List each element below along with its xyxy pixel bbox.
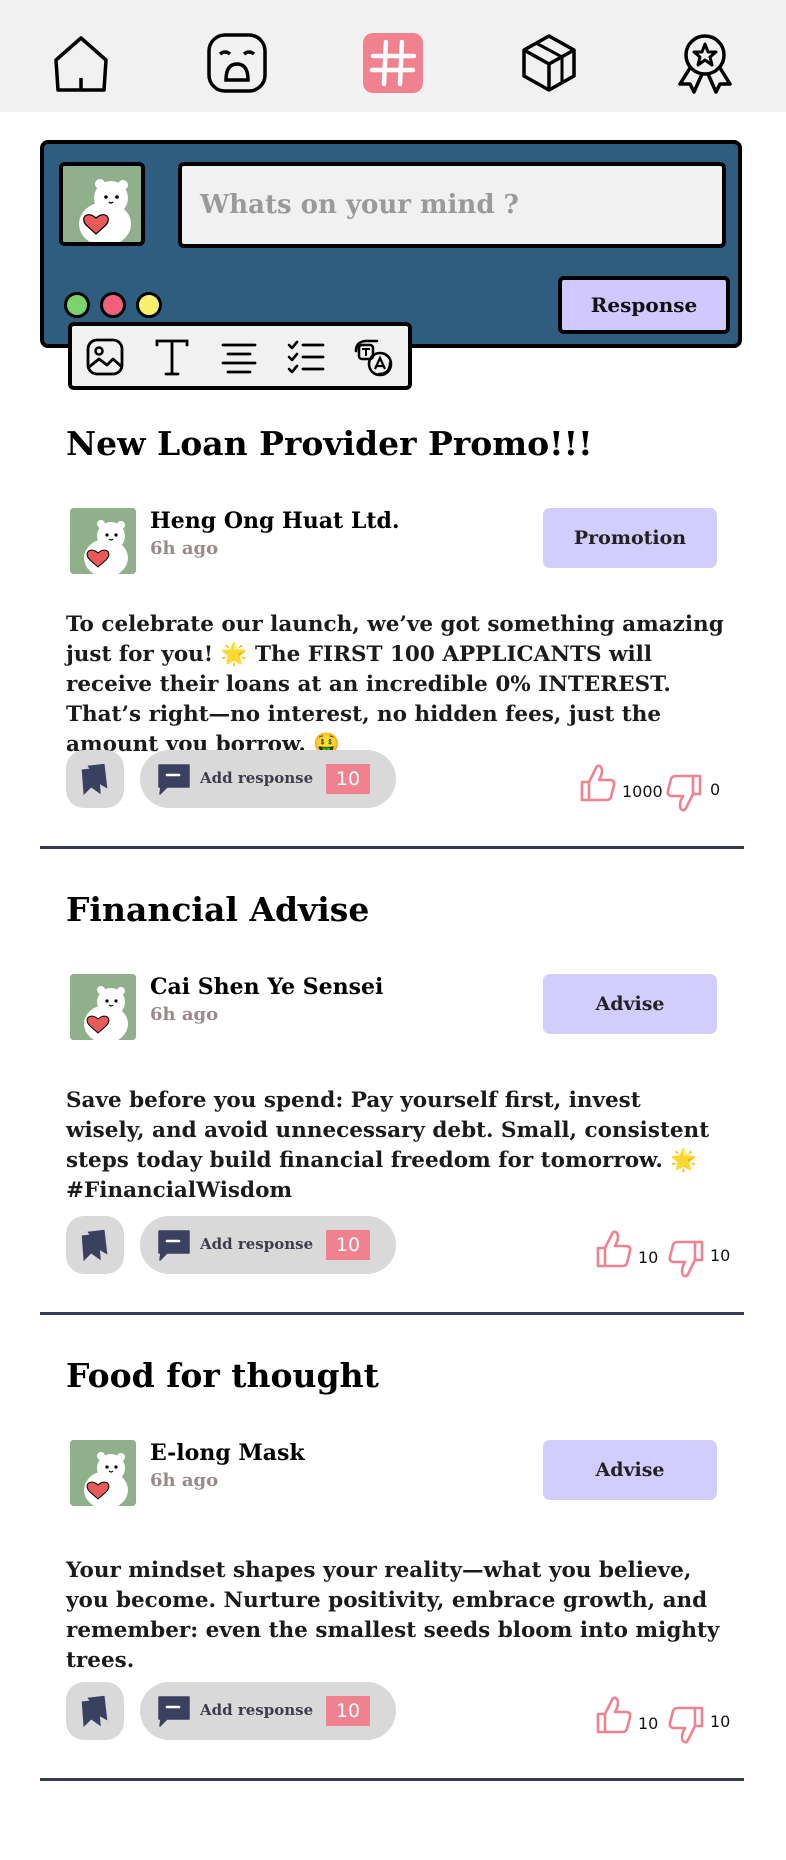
post-card: Food for thought E-long Mask 6h ago Advi… xyxy=(0,1332,786,1798)
author-name[interactable]: E-long Mask xyxy=(150,1440,305,1466)
bookmark-icon xyxy=(81,1229,108,1262)
checklist-button[interactable] xyxy=(286,337,326,377)
whats-on-your-mind-input[interactable]: Whats on your mind ? xyxy=(178,162,726,248)
like-button[interactable] xyxy=(594,1694,634,1736)
yellow-window-dot xyxy=(136,292,162,318)
bear-avatar-icon xyxy=(70,508,136,574)
bookmark-icon xyxy=(81,763,108,796)
nav-mood[interactable] xyxy=(204,30,270,96)
thumbs-down-icon xyxy=(668,1240,704,1278)
author-avatar[interactable] xyxy=(70,508,136,574)
align-icon xyxy=(221,343,257,374)
dislike-button[interactable] xyxy=(664,772,704,814)
add-response-button[interactable]: Add response 10 xyxy=(140,1682,396,1740)
chat-bubble-icon xyxy=(158,1230,190,1261)
author-name[interactable]: Cai Shen Ye Sensei xyxy=(150,974,383,1000)
like-button[interactable] xyxy=(594,1228,634,1270)
post-card: Financial Advise Cai Shen Ye Sensei 6h a… xyxy=(0,866,786,1332)
sad-face-icon xyxy=(207,33,267,93)
align-text-button[interactable] xyxy=(219,337,259,377)
insert-image-button[interactable] xyxy=(85,337,125,377)
bookmark-button[interactable] xyxy=(66,750,124,808)
like-count: 1000 xyxy=(622,782,663,801)
bear-avatar-icon xyxy=(63,166,141,242)
post-divider xyxy=(40,846,744,849)
post-timestamp: 6h ago xyxy=(150,1004,219,1025)
award-badge-icon xyxy=(678,34,732,94)
thumbs-up-icon xyxy=(596,1230,632,1268)
post-title: Food for thought xyxy=(66,1356,379,1395)
dislike-button[interactable] xyxy=(666,1704,706,1746)
translate-button[interactable] xyxy=(353,337,393,377)
user-avatar xyxy=(59,162,145,246)
dislike-count: 10 xyxy=(710,1712,731,1731)
post-tag-badge[interactable]: Advise xyxy=(543,1440,717,1500)
author-avatar[interactable] xyxy=(70,974,136,1040)
response-count-badge: 10 xyxy=(326,1696,370,1726)
post-timestamp: 6h ago xyxy=(150,1470,219,1491)
checklist-icon xyxy=(287,340,325,374)
bookmark-button[interactable] xyxy=(66,1682,124,1740)
post-body-text: To celebrate our launch, we’ve got somet… xyxy=(66,612,724,757)
response-count-badge: 10 xyxy=(326,764,370,794)
thumbs-up-icon xyxy=(580,764,616,802)
post-composer: Whats on your mind ? Response xyxy=(40,140,742,348)
thumbs-down-icon xyxy=(668,1706,704,1744)
like-button[interactable] xyxy=(578,762,618,804)
add-response-label: Add response xyxy=(200,769,314,787)
image-icon xyxy=(86,338,124,376)
text-icon xyxy=(155,339,189,376)
chat-bubble-icon xyxy=(158,1696,190,1727)
post-title: New Loan Provider Promo!!! xyxy=(66,424,593,463)
bear-avatar-icon xyxy=(70,974,136,1040)
response-button[interactable]: Response xyxy=(558,276,730,334)
author-name[interactable]: Heng Ong Huat Ltd. xyxy=(150,508,400,534)
add-response-button[interactable]: Add response 10 xyxy=(140,750,396,808)
thumbs-down-icon xyxy=(666,774,702,812)
dislike-button[interactable] xyxy=(666,1238,706,1280)
post-title: Financial Advise xyxy=(66,890,370,929)
like-count: 10 xyxy=(638,1714,659,1733)
response-count-badge: 10 xyxy=(326,1230,370,1260)
post-card: New Loan Provider Promo!!! Heng Ong Huat… xyxy=(0,400,786,866)
text-style-button[interactable] xyxy=(152,337,192,377)
post-body-text: Your mindset shapes your reality—what yo… xyxy=(66,1558,720,1673)
nav-home[interactable] xyxy=(48,30,114,96)
translate-icon xyxy=(354,339,393,377)
post-tag-badge[interactable]: Advise xyxy=(543,974,717,1034)
chat-bubble-icon xyxy=(158,764,190,795)
post-divider xyxy=(40,1778,744,1781)
top-navigation-bar xyxy=(0,0,786,112)
add-response-button[interactable]: Add response 10 xyxy=(140,1216,396,1274)
nav-achievements[interactable] xyxy=(672,30,738,96)
post-timestamp: 6h ago xyxy=(150,538,219,559)
dislike-count: 0 xyxy=(710,780,721,799)
nav-hashtag[interactable] xyxy=(360,30,426,96)
formatting-toolbar xyxy=(68,322,412,390)
add-response-label: Add response xyxy=(200,1701,314,1719)
bookmark-icon xyxy=(81,1695,108,1728)
green-window-dot xyxy=(64,292,90,318)
red-window-dot xyxy=(100,292,126,318)
bookmark-button[interactable] xyxy=(66,1216,124,1274)
nav-explore[interactable] xyxy=(516,30,582,96)
thumbs-up-icon xyxy=(596,1696,632,1734)
post-tag-badge[interactable]: Promotion xyxy=(543,508,717,568)
like-count: 10 xyxy=(638,1248,659,1267)
cube-icon xyxy=(522,34,576,92)
post-body-text: Save before you spend: Pay yourself firs… xyxy=(66,1088,710,1203)
hashtag-icon xyxy=(363,33,423,93)
bear-avatar-icon xyxy=(70,1440,136,1506)
dislike-count: 10 xyxy=(710,1246,731,1265)
home-icon xyxy=(54,36,108,92)
author-avatar[interactable] xyxy=(70,1440,136,1506)
add-response-label: Add response xyxy=(200,1235,314,1253)
post-divider xyxy=(40,1312,744,1315)
